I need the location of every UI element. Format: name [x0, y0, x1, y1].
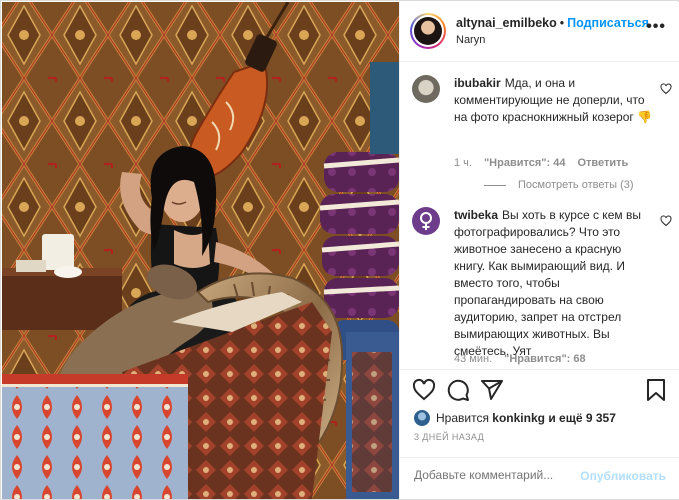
post-photo[interactable] [2, 2, 399, 499]
bookmark-icon[interactable] [644, 378, 668, 402]
reply-button[interactable]: Ответить [577, 157, 628, 169]
author-avatar[interactable] [410, 13, 446, 49]
share-icon[interactable] [480, 378, 504, 402]
heart-icon[interactable] [660, 215, 672, 227]
heart-icon[interactable] [660, 83, 672, 95]
comment-icon[interactable] [446, 378, 470, 402]
separator-dot: • [559, 16, 565, 30]
follow-button[interactable]: Подписаться [567, 16, 649, 30]
comment-meta: 1 ч. "Нравится": 44 Ответить [454, 157, 640, 169]
comment-input[interactable] [414, 468, 594, 482]
comment-meta: 43 мин. "Нравится": 68 [454, 353, 598, 365]
post-side-panel: altynai_emilbeko • Подписаться Naryn ••• i… [399, 2, 679, 499]
author-line: altynai_emilbeko • Подписаться [456, 16, 649, 30]
comment-username[interactable]: ibubakir [454, 76, 501, 90]
post-dialog: altynai_emilbeko • Подписаться Naryn ••• i… [0, 0, 679, 500]
post-header: altynai_emilbeko • Подписаться Naryn ••• [400, 2, 679, 62]
replies-divider [484, 184, 506, 186]
post-location[interactable]: Naryn [456, 34, 485, 46]
author-username[interactable]: altynai_emilbeko [456, 16, 557, 30]
comment-body: twibeka Вы хоть в курсе с кем вы фотограф… [454, 207, 654, 360]
view-replies-label: Посмотреть ответы (3) [518, 179, 634, 191]
likes-summary[interactable]: Нравится konkinkg и ещё 9 357 [414, 410, 616, 426]
female-symbol-icon [420, 212, 432, 230]
comment-username[interactable]: twibeka [454, 208, 498, 222]
view-replies-button[interactable]: Посмотреть ответы (3) [484, 179, 634, 191]
comment-time[interactable]: 1 ч. [454, 157, 472, 169]
comment-avatar[interactable] [412, 207, 440, 235]
comment-avatar[interactable] [412, 75, 440, 103]
likes-count[interactable]: и ещё 9 357 [548, 411, 616, 425]
comment-body: ibubakir Мда, и она и комментирующие не д… [454, 75, 654, 126]
liker-avatar [414, 410, 430, 426]
comment-time[interactable]: 43 мин. [454, 353, 492, 365]
add-comment-bar: Опубликовать [400, 457, 679, 499]
comment-likes[interactable]: "Нравится": 68 [504, 353, 585, 365]
comment-likes[interactable]: "Нравится": 44 [484, 157, 565, 169]
likes-prefix: Нравится [436, 411, 489, 425]
publish-button[interactable]: Опубликовать [580, 469, 666, 483]
post-date[interactable]: 3 ДНЕЙ НАЗАД [414, 432, 484, 442]
post-actions: Нравится konkinkg и ещё 9 357 3 ДНЕЙ НАЗ… [400, 369, 679, 443]
comments-list[interactable]: ibubakir Мда, и она и комментирующие не д… [400, 63, 679, 369]
liker-username[interactable]: konkinkg [492, 411, 545, 425]
photo-illustration [2, 2, 399, 499]
heart-icon[interactable] [412, 378, 436, 402]
comment-text: Вы хоть в курсе с кем вы фотографировали… [454, 208, 641, 358]
more-icon[interactable]: ••• [646, 18, 666, 36]
